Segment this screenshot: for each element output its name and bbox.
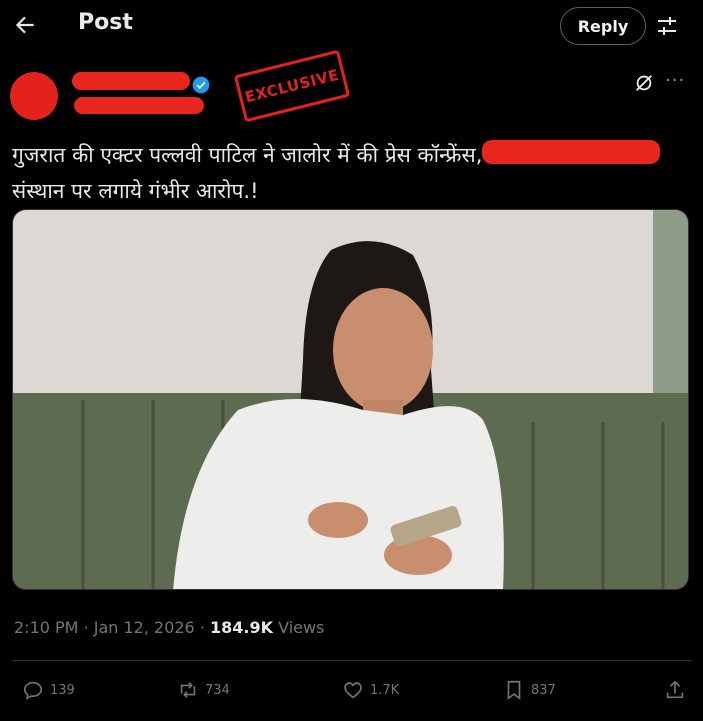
verified-badge-icon <box>192 76 210 94</box>
reply-count: 139 <box>50 682 75 698</box>
stamp-text: EXCLUSIVE <box>243 65 341 107</box>
post-meta: 2:10 PM · Jan 12, 2026 · 184.9K Views <box>14 618 325 637</box>
repost-icon <box>180 682 196 698</box>
repost-action[interactable]: 734 <box>177 679 230 701</box>
reply-action[interactable]: 139 <box>22 679 75 701</box>
post-photo <box>13 210 688 589</box>
redacted-text <box>482 140 660 164</box>
avatar[interactable] <box>10 72 58 120</box>
top-bar: Post Reply <box>0 0 703 52</box>
reply-button[interactable]: Reply <box>560 7 646 45</box>
like-count: 1.7K <box>370 682 400 698</box>
sliders-icon[interactable] <box>655 14 679 38</box>
repost-count: 734 <box>205 682 230 698</box>
redacted-username <box>74 97 204 114</box>
heart-icon <box>344 682 362 699</box>
divider <box>12 660 692 661</box>
post-date: Jan 12, 2026 <box>93 618 195 637</box>
bookmark-icon <box>507 680 521 700</box>
post-text-line-2: संस्थान पर लगाये गंभीर आरोप.! <box>12 179 259 203</box>
views-count: 184.9K <box>210 618 274 637</box>
bookmark-count: 837 <box>531 682 556 698</box>
post-time: 2:10 PM <box>14 618 79 637</box>
exclusive-stamp: EXCLUSIVE <box>233 49 351 123</box>
share-action[interactable] <box>664 679 692 701</box>
arrow-left-icon[interactable] <box>12 12 38 38</box>
redacted-display-name <box>72 72 190 90</box>
share-icon <box>666 680 684 699</box>
post-image[interactable] <box>12 209 689 590</box>
page-title: Post <box>78 10 133 35</box>
reply-icon <box>23 681 43 700</box>
like-action[interactable]: 1.7K <box>342 679 399 701</box>
more-options-icon[interactable]: ··· <box>665 70 685 91</box>
views-label: Views <box>278 618 325 637</box>
grok-icon[interactable] <box>633 72 655 94</box>
bookmark-action[interactable]: 837 <box>503 679 556 701</box>
